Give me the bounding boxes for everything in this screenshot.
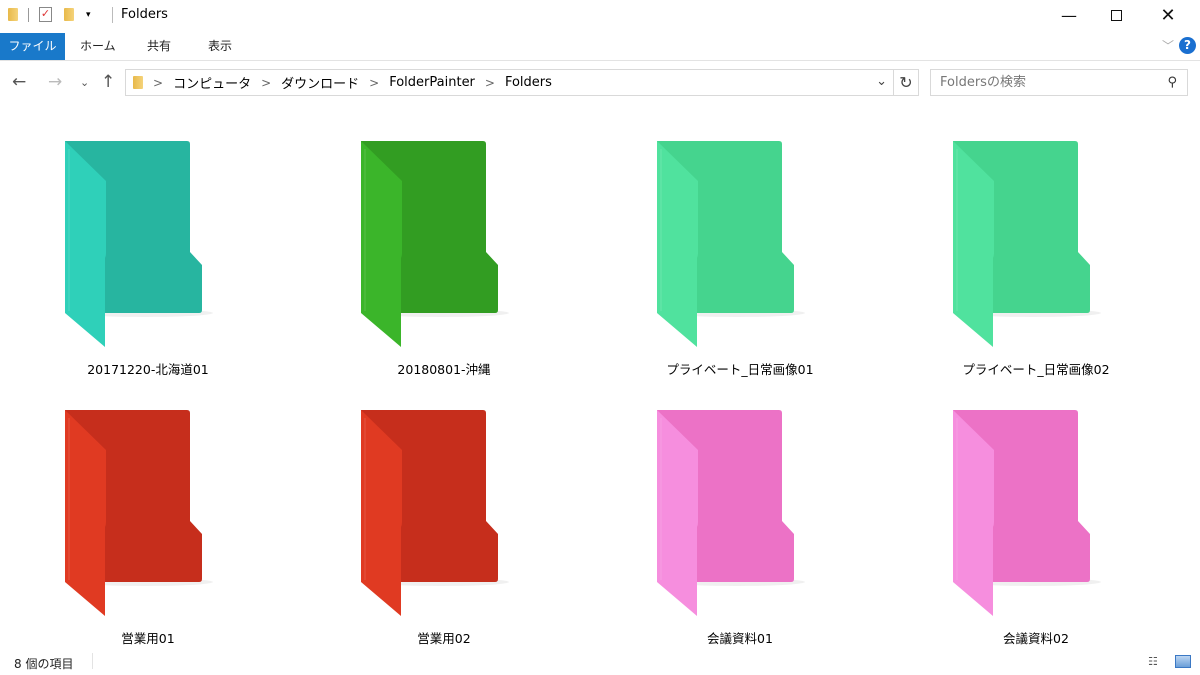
new-folder-icon[interactable] [64,8,74,21]
expand-ribbon-icon[interactable]: ﹀ [1162,37,1174,54]
window-title: Folders [121,7,168,22]
folder-icon [65,410,213,616]
chevron-right-icon: > [484,75,495,90]
ribbon: ファイル ホーム 共有 表示 ﹀ ? [0,33,1200,61]
up-button[interactable]: ↑ [101,72,115,92]
folder-item[interactable]: 営業用02 [296,373,592,646]
breadcrumb-downloads[interactable]: ダウンロード [281,73,359,92]
folder-icon [361,410,509,616]
refresh-button[interactable]: ↻ [894,69,919,96]
refresh-icon: ↻ [899,73,913,92]
divider [28,7,29,22]
status-item-count: 8 個の項目 [14,657,74,671]
maximize-button[interactable] [1093,0,1139,31]
chevron-right-icon: > [261,75,272,90]
search-input[interactable]: Foldersの検索 ⚲ [930,69,1188,96]
search-icon: ⚲ [1167,75,1177,90]
folder-name: 会議資料01 [707,631,773,646]
title-bar: ✓ ▾ Folders — ✕ [0,0,1200,31]
folder-icon [8,8,18,21]
breadcrumb-computer[interactable]: コンピュータ [173,73,251,92]
folder-name: 営業用01 [121,631,175,646]
customize-dropdown-icon[interactable]: ▾ [86,10,91,20]
folder-item[interactable]: 会議資料02 [888,373,1184,646]
recent-locations-icon[interactable]: ⌄ [80,76,89,89]
chevron-right-icon: > [153,75,164,90]
help-icon[interactable]: ? [1179,37,1196,54]
maximize-icon [1110,10,1122,21]
close-icon: ✕ [1160,5,1176,26]
properties-icon[interactable]: ✓ [39,7,52,22]
folder-item[interactable]: プライベート_日常画像01 [592,104,888,377]
chevron-right-icon: > [369,75,380,90]
breadcrumb-folders[interactable]: Folders [505,75,552,90]
close-button[interactable]: ✕ [1145,0,1191,31]
folder-icon [953,410,1101,616]
details-view-button[interactable]: ☷ [1148,655,1164,668]
folder-item[interactable]: 20171220-北海道01 [0,104,296,377]
tab-file[interactable]: ファイル [0,33,65,60]
folder-icon [361,141,509,347]
folder-name: 営業用02 [417,631,471,646]
address-bar[interactable]: > コンピュータ > ダウンロード > FolderPainter > Fold… [125,69,894,96]
divider [92,653,93,669]
minimize-icon: — [1061,6,1077,25]
folder-name: 会議資料02 [1003,631,1069,646]
folder-icon [65,141,213,347]
divider [112,7,113,23]
address-dropdown-icon[interactable]: ⌄ [876,74,887,89]
tab-home[interactable]: ホーム [80,33,116,60]
folder-item[interactable]: プライベート_日常画像02 [888,104,1184,377]
large-icons-view-button[interactable] [1175,655,1191,668]
folder-item[interactable]: 20180801-沖縄 [296,104,592,377]
folder-item[interactable]: 会議資料01 [592,373,888,646]
tab-share[interactable]: 共有 [147,33,171,60]
folder-icon [133,76,143,89]
minimize-button[interactable]: — [1046,0,1092,31]
back-button[interactable]: ← [12,72,26,92]
search-placeholder: Foldersの検索 [940,75,1026,90]
forward-button[interactable]: → [48,72,62,92]
breadcrumb-folderpainter[interactable]: FolderPainter [389,75,475,90]
tab-view[interactable]: 表示 [208,33,232,60]
folder-item[interactable]: 営業用01 [0,373,296,646]
folder-icon [657,141,805,347]
folder-icon [657,410,805,616]
folder-icon [953,141,1101,347]
quick-access-toolbar: ✓ ▾ [8,7,91,22]
